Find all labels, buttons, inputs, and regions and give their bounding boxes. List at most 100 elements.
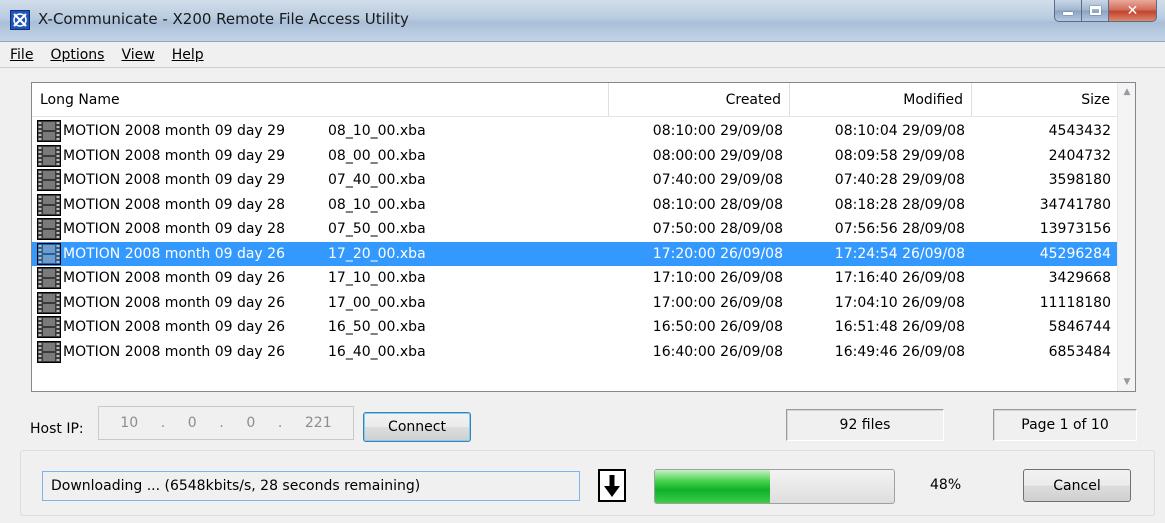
file-modified: 17:04:10 26/09/08 [834, 294, 965, 311]
menu-help-label: Help [171, 46, 204, 63]
menu-file-label: File [10, 46, 34, 63]
file-name-cell: MOTION 2008 month 09 day 26 17_20_00.xba [32, 242, 609, 265]
file-row[interactable]: MOTION 2008 month 09 day 29 08_00_00.xba 0… [32, 144, 1118, 169]
file-row[interactable]: MOTION 2008 month 09 day 28 08_10_00.xba 0… [32, 193, 1118, 218]
file-name: MOTION 2008 month 09 day 29 [63, 123, 285, 140]
file-time-suffix: 16_50_00.xba [328, 319, 426, 336]
ip-octet-4: 221 [304, 415, 332, 431]
file-size: 45296284 [1039, 245, 1111, 262]
file-created: 08:00:00 29/09/08 [652, 147, 783, 164]
close-icon: ✕ [1126, 2, 1139, 19]
download-progress-bar [654, 469, 895, 504]
film-icon [37, 242, 61, 265]
maximize-button[interactable] [1082, 0, 1109, 22]
film-icon [37, 340, 61, 363]
file-size: 5846744 [1048, 319, 1111, 336]
file-time-suffix: 07_50_00.xba [328, 221, 426, 238]
file-time-suffix: 08_00_00.xba [328, 147, 426, 164]
file-name: MOTION 2008 month 09 day 26 [63, 294, 285, 311]
file-time-suffix: 17_20_00.xba [328, 245, 426, 262]
progress-fill [655, 470, 770, 503]
menu-view[interactable]: View [121, 47, 154, 63]
film-icon [37, 120, 61, 143]
file-row[interactable]: MOTION 2008 month 09 day 29 08_10_00.xba 0… [32, 119, 1118, 144]
file-name: MOTION 2008 month 09 day 26 [63, 245, 285, 262]
column-header-created[interactable]: Created [609, 83, 790, 117]
file-size: 3598180 [1048, 172, 1111, 189]
file-modified: 16:51:48 26/09/08 [834, 319, 965, 336]
file-row[interactable]: MOTION 2008 month 09 day 26 17_00_00.xba 1… [32, 291, 1118, 316]
menu-options[interactable]: Options [50, 47, 104, 63]
file-name-cell: MOTION 2008 month 09 day 26 17_10_00.xba [32, 267, 609, 290]
file-time-suffix: 08_10_00.xba [328, 196, 426, 213]
file-size: 6853484 [1048, 343, 1111, 360]
download-status-text: Downloading ... (6548kbits/s, 28 seconds… [42, 471, 580, 501]
file-count-status: 92 files [786, 409, 944, 441]
menu-bar: File Options View Help [0, 42, 1165, 68]
file-row[interactable]: MOTION 2008 month 09 day 26 16_40_00.xba 1… [32, 340, 1118, 365]
ip-dot: . [160, 415, 166, 431]
file-created: 08:10:00 29/09/08 [652, 123, 783, 140]
maximize-icon [1089, 6, 1101, 15]
file-time-suffix: 17_00_00.xba [328, 294, 426, 311]
column-header-long-name[interactable]: Long Name [32, 83, 609, 117]
file-list[interactable]: Long Name Created Modified Size MOTION 2… [31, 82, 1136, 392]
file-row[interactable]: MOTION 2008 month 09 day 29 07_40_00.xba 0… [32, 168, 1118, 193]
file-time-suffix: 08_10_00.xba [328, 123, 426, 140]
file-size: 13973156 [1039, 221, 1111, 238]
film-icon [37, 193, 61, 216]
file-name-cell: MOTION 2008 month 09 day 28 07_50_00.xba [32, 218, 609, 241]
file-created: 07:40:00 29/09/08 [652, 172, 783, 189]
file-modified: 08:18:28 28/09/08 [834, 196, 965, 213]
file-created: 08:10:00 28/09/08 [652, 196, 783, 213]
file-row[interactable]: MOTION 2008 month 09 day 28 07_50_00.xba 0… [32, 217, 1118, 242]
file-created: 16:50:00 26/09/08 [652, 319, 783, 336]
file-name: MOTION 2008 month 09 day 29 [63, 172, 285, 189]
column-header-size[interactable]: Size [972, 83, 1118, 117]
file-modified: 07:40:28 29/09/08 [834, 172, 965, 189]
column-header-modified[interactable]: Modified [790, 83, 972, 117]
file-time-suffix: 07_40_00.xba [328, 172, 426, 189]
file-size: 4543432 [1048, 123, 1111, 140]
file-row[interactable]: MOTION 2008 month 09 day 26 17_10_00.xba 1… [32, 266, 1118, 291]
cancel-button[interactable]: Cancel [1023, 469, 1131, 502]
file-size: 34741780 [1039, 196, 1111, 213]
file-size: 2404732 [1048, 147, 1111, 164]
file-name-cell: MOTION 2008 month 09 day 28 08_10_00.xba [32, 193, 609, 216]
file-name: MOTION 2008 month 09 day 26 [63, 270, 285, 287]
scroll-up-arrow-icon[interactable]: ▲ [1118, 83, 1136, 101]
file-time-suffix: 17_10_00.xba [328, 270, 426, 287]
close-button[interactable]: ✕ [1109, 0, 1157, 22]
ip-octet-3: 0 [246, 415, 256, 431]
file-name: MOTION 2008 month 09 day 26 [63, 343, 285, 360]
ip-octet-2: 0 [187, 415, 197, 431]
file-name-cell: MOTION 2008 month 09 day 29 07_40_00.xba [32, 169, 609, 192]
file-row[interactable]: MOTION 2008 month 09 day 26 16_50_00.xba 1… [32, 315, 1118, 340]
menu-view-label: View [121, 46, 155, 63]
scroll-down-arrow-icon[interactable]: ▼ [1118, 373, 1136, 391]
film-icon [37, 169, 61, 192]
file-modified: 17:16:40 26/09/08 [834, 270, 965, 287]
file-created: 16:40:00 26/09/08 [652, 343, 783, 360]
minimize-button[interactable] [1054, 0, 1082, 22]
menu-file[interactable]: File [10, 47, 33, 63]
film-icon [37, 291, 61, 314]
column-header-row: Long Name Created Modified Size [32, 83, 1118, 117]
host-ip-input[interactable]: 10. 0. 0. 221 [98, 406, 354, 440]
title-bar[interactable]: X-Communicate - X200 Remote File Access … [0, 0, 1165, 42]
menu-help[interactable]: Help [172, 47, 204, 63]
file-row[interactable]: MOTION 2008 month 09 day 26 17_20_00.xba 1… [32, 241, 1118, 266]
connect-button[interactable]: Connect [363, 412, 471, 442]
file-modified: 08:10:04 29/09/08 [834, 123, 965, 140]
download-arrow-icon [598, 469, 626, 502]
ip-dot: . [219, 415, 224, 431]
ip-dot: . [277, 415, 283, 431]
file-modified: 17:24:54 26/09/08 [834, 245, 965, 262]
file-name-cell: MOTION 2008 month 09 day 26 16_40_00.xba [32, 340, 609, 363]
file-name-cell: MOTION 2008 month 09 day 26 16_50_00.xba [32, 316, 609, 339]
file-modified: 16:49:46 26/09/08 [834, 343, 965, 360]
film-icon [37, 218, 61, 241]
page-status: Page 1 of 10 [993, 409, 1137, 441]
file-created: 17:10:00 26/09/08 [652, 270, 783, 287]
vertical-scrollbar[interactable]: ▲ ▼ [1117, 83, 1135, 391]
